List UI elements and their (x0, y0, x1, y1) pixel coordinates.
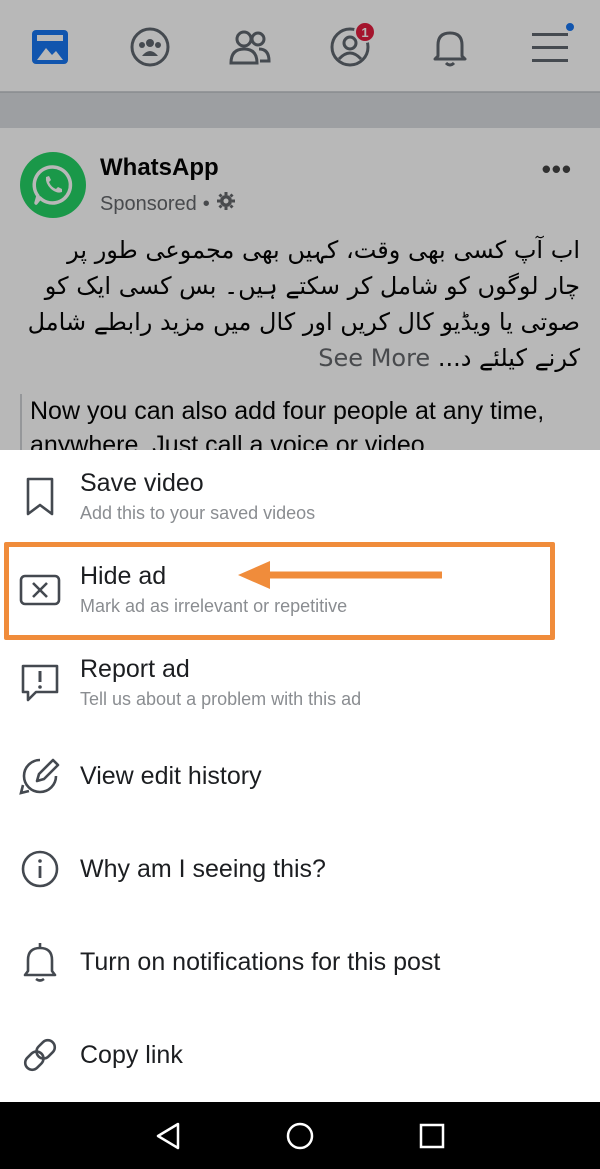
link-icon (18, 1033, 62, 1077)
menu-item-title: Why am I seeing this? (80, 854, 326, 883)
menu-item-save-video[interactable]: Save video Add this to your saved videos (0, 450, 600, 543)
menu-item-title: Turn on notifications for this post (80, 947, 441, 976)
post-options-sheet: Save video Add this to your saved videos… (0, 450, 600, 1102)
menu-item-turn-on-notifications[interactable]: Turn on notifications for this post (0, 915, 600, 1008)
menu-item-description: Mark ad as irrelevant or repetitive (80, 596, 348, 616)
menu-item-description: Add this to your saved videos (80, 503, 316, 523)
menu-item-description: Tell us about a problem with this ad (80, 689, 362, 709)
home-icon[interactable] (282, 1118, 318, 1154)
info-icon (18, 847, 62, 891)
edit-history-icon (18, 754, 62, 798)
menu-item-hide-ad[interactable]: Hide ad Mark ad as irrelevant or repetit… (0, 543, 600, 636)
menu-item-title: View edit history (80, 761, 262, 790)
bell-icon (18, 940, 62, 984)
menu-item-why-seeing-this[interactable]: Why am I seeing this? (0, 822, 600, 915)
back-icon[interactable] (150, 1118, 186, 1154)
report-icon (18, 661, 62, 705)
menu-item-copy-link[interactable]: Copy link (0, 1008, 600, 1101)
recents-icon[interactable] (414, 1118, 450, 1154)
system-navigation-bar (0, 1102, 600, 1169)
menu-item-view-edit-history[interactable]: View edit history (0, 729, 600, 822)
modal-scrim[interactable] (0, 0, 600, 450)
bookmark-icon (18, 475, 62, 519)
menu-item-title: Copy link (80, 1040, 183, 1069)
menu-item-title: Hide ad (80, 562, 167, 590)
menu-item-title: Report ad (80, 655, 190, 683)
menu-item-report-ad[interactable]: Report ad Tell us about a problem with t… (0, 636, 600, 729)
close-box-icon (18, 568, 62, 612)
menu-item-title: Save video (80, 469, 204, 497)
news-feed: 1 WhatsApp Sponsored • ••• اب آپ کسی بھی… (0, 0, 600, 450)
